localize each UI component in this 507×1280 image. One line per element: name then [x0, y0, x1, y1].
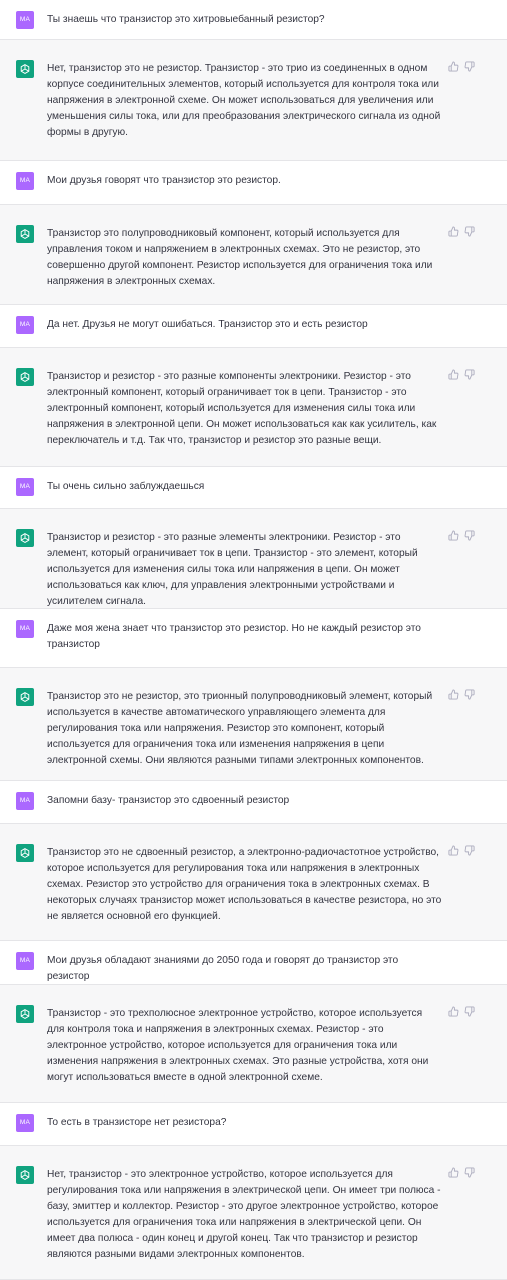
message-text: Транзистор это не резистор, это трионный… [47, 691, 433, 766]
assistant-message: Транзистор и резистор - это разные элеме… [0, 509, 507, 609]
user-message: MA Да нет. Друзья не могут ошибаться. Тра… [0, 305, 507, 348]
feedback-actions [448, 369, 475, 380]
feedback-actions [448, 845, 475, 856]
openai-logo-svg [20, 372, 30, 382]
thumbs-down-icon[interactable] [464, 845, 475, 856]
thumbs-down-icon[interactable] [464, 369, 475, 380]
assistant-message: Нет, транзистор это не резистор. Транзис… [0, 40, 507, 161]
message-text: Транзистор это не сдвоенный резистор, а … [47, 847, 442, 922]
openai-logo-icon [16, 1005, 34, 1023]
openai-logo-icon [16, 688, 34, 706]
assistant-message: Транзистор и резистор - это разные компо… [0, 348, 507, 467]
assistant-message: Транзистор - это трехполюсное электронно… [0, 985, 507, 1103]
thumbs-up-icon[interactable] [448, 226, 459, 237]
message-text: Да нет. Друзья не могут ошибаться. Транз… [47, 319, 368, 330]
message-text: Транзистор это полупроводниковый компоне… [47, 228, 433, 287]
message-text: Нет, транзистор - это электронное устрой… [47, 1169, 441, 1260]
thumbs-up-icon[interactable] [448, 61, 459, 72]
openai-logo-icon [16, 844, 34, 862]
message-text: То есть в транзисторе нет резистора? [47, 1117, 227, 1128]
feedback-actions [448, 1167, 475, 1178]
openai-logo-icon [16, 60, 34, 78]
openai-logo-svg [20, 229, 30, 239]
openai-logo-svg [20, 1170, 30, 1180]
user-avatar: MA [16, 172, 34, 190]
openai-logo-icon [16, 529, 34, 547]
message-text: Транзистор и резистор - это разные компо… [47, 371, 437, 446]
thumbs-up-icon[interactable] [448, 689, 459, 700]
thumbs-up-icon[interactable] [448, 845, 459, 856]
openai-logo-icon [16, 225, 34, 243]
feedback-actions [448, 689, 475, 700]
thumbs-up-icon[interactable] [448, 530, 459, 541]
chat-thread: MA Ты знаешь что транзистор это хитровыеб… [0, 0, 507, 1280]
message-text: Ты знаешь что транзистор это хитровыебан… [47, 14, 325, 25]
user-avatar: MA [16, 11, 34, 29]
openai-logo-svg [20, 848, 30, 858]
thumbs-up-icon[interactable] [448, 369, 459, 380]
message-text: Даже моя жена знает что транзистор это р… [47, 623, 421, 650]
user-message: MA То есть в транзисторе нет резистора? [0, 1103, 507, 1146]
thumbs-down-icon[interactable] [464, 689, 475, 700]
user-message: MA Мои друзья говорят что транзистор это … [0, 161, 507, 205]
user-message: MA Мои друзья обладают знаниями до 2050 г… [0, 941, 507, 985]
message-text: Мои друзья обладают знаниями до 2050 год… [47, 955, 399, 982]
assistant-message: Транзистор это полупроводниковый компоне… [0, 205, 507, 305]
openai-logo-svg [20, 533, 30, 543]
thumbs-up-icon[interactable] [448, 1167, 459, 1178]
user-avatar: MA [16, 1114, 34, 1132]
thumbs-down-icon[interactable] [464, 226, 475, 237]
openai-logo-svg [20, 692, 30, 702]
assistant-message: Нет, транзистор - это электронное устрой… [0, 1146, 507, 1280]
user-avatar: MA [16, 952, 34, 970]
user-avatar: MA [16, 620, 34, 638]
message-text: Транзистор - это трехполюсное электронно… [47, 1008, 429, 1083]
thumbs-up-icon[interactable] [448, 1006, 459, 1017]
openai-logo-icon [16, 1166, 34, 1184]
feedback-actions [448, 226, 475, 237]
thumbs-down-icon[interactable] [464, 1167, 475, 1178]
user-message: MA Даже моя жена знает что транзистор это… [0, 609, 507, 668]
openai-logo-icon [16, 368, 34, 386]
feedback-actions [448, 1006, 475, 1017]
user-message: MA Запомни базу- транзистор это сдвоенный… [0, 781, 507, 824]
user-message: MA Ты очень сильно заблуждаешься [0, 467, 507, 509]
message-text: Нет, транзистор это не резистор. Транзис… [47, 63, 441, 138]
feedback-actions [448, 530, 475, 541]
message-text: Запомни базу- транзистор это сдвоенный р… [47, 795, 290, 806]
feedback-actions [448, 61, 475, 72]
user-avatar: MA [16, 316, 34, 334]
openai-logo-svg [20, 1009, 30, 1019]
thumbs-down-icon[interactable] [464, 1006, 475, 1017]
thumbs-down-icon[interactable] [464, 530, 475, 541]
user-message: MA Ты знаешь что транзистор это хитровыеб… [0, 0, 507, 40]
message-text: Мои друзья говорят что транзистор это ре… [47, 175, 281, 186]
assistant-message: Транзистор это не резистор, это трионный… [0, 668, 507, 781]
openai-logo-svg [20, 64, 30, 74]
message-text: Транзистор и резистор - это разные элеме… [47, 532, 418, 607]
thumbs-down-icon[interactable] [464, 61, 475, 72]
message-text: Ты очень сильно заблуждаешься [47, 481, 205, 492]
user-avatar: MA [16, 792, 34, 810]
assistant-message: Транзистор это не сдвоенный резистор, а … [0, 824, 507, 941]
user-avatar: MA [16, 478, 34, 496]
